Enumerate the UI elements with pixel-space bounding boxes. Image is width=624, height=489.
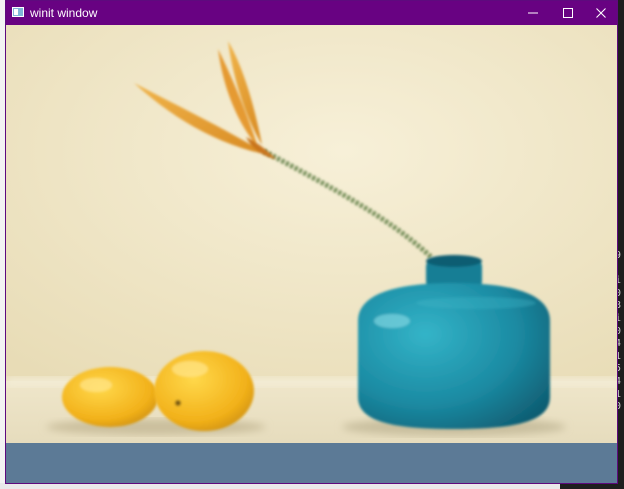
app-window-icon [12, 7, 24, 17]
empty-surface-area [6, 443, 617, 483]
lemon-left [62, 367, 158, 427]
minimize-button[interactable] [516, 1, 550, 25]
minimize-icon [528, 12, 538, 14]
title-bar[interactable]: winit window [6, 1, 617, 25]
render-surface[interactable] [6, 25, 617, 443]
lemon-right [154, 351, 254, 431]
window-title: winit window [30, 6, 98, 20]
maximize-icon [563, 8, 573, 18]
maximize-button[interactable] [551, 1, 585, 25]
close-button[interactable] [584, 1, 617, 25]
still-life-image [6, 25, 617, 443]
close-icon [596, 8, 606, 18]
winit-window: winit window [5, 0, 618, 484]
